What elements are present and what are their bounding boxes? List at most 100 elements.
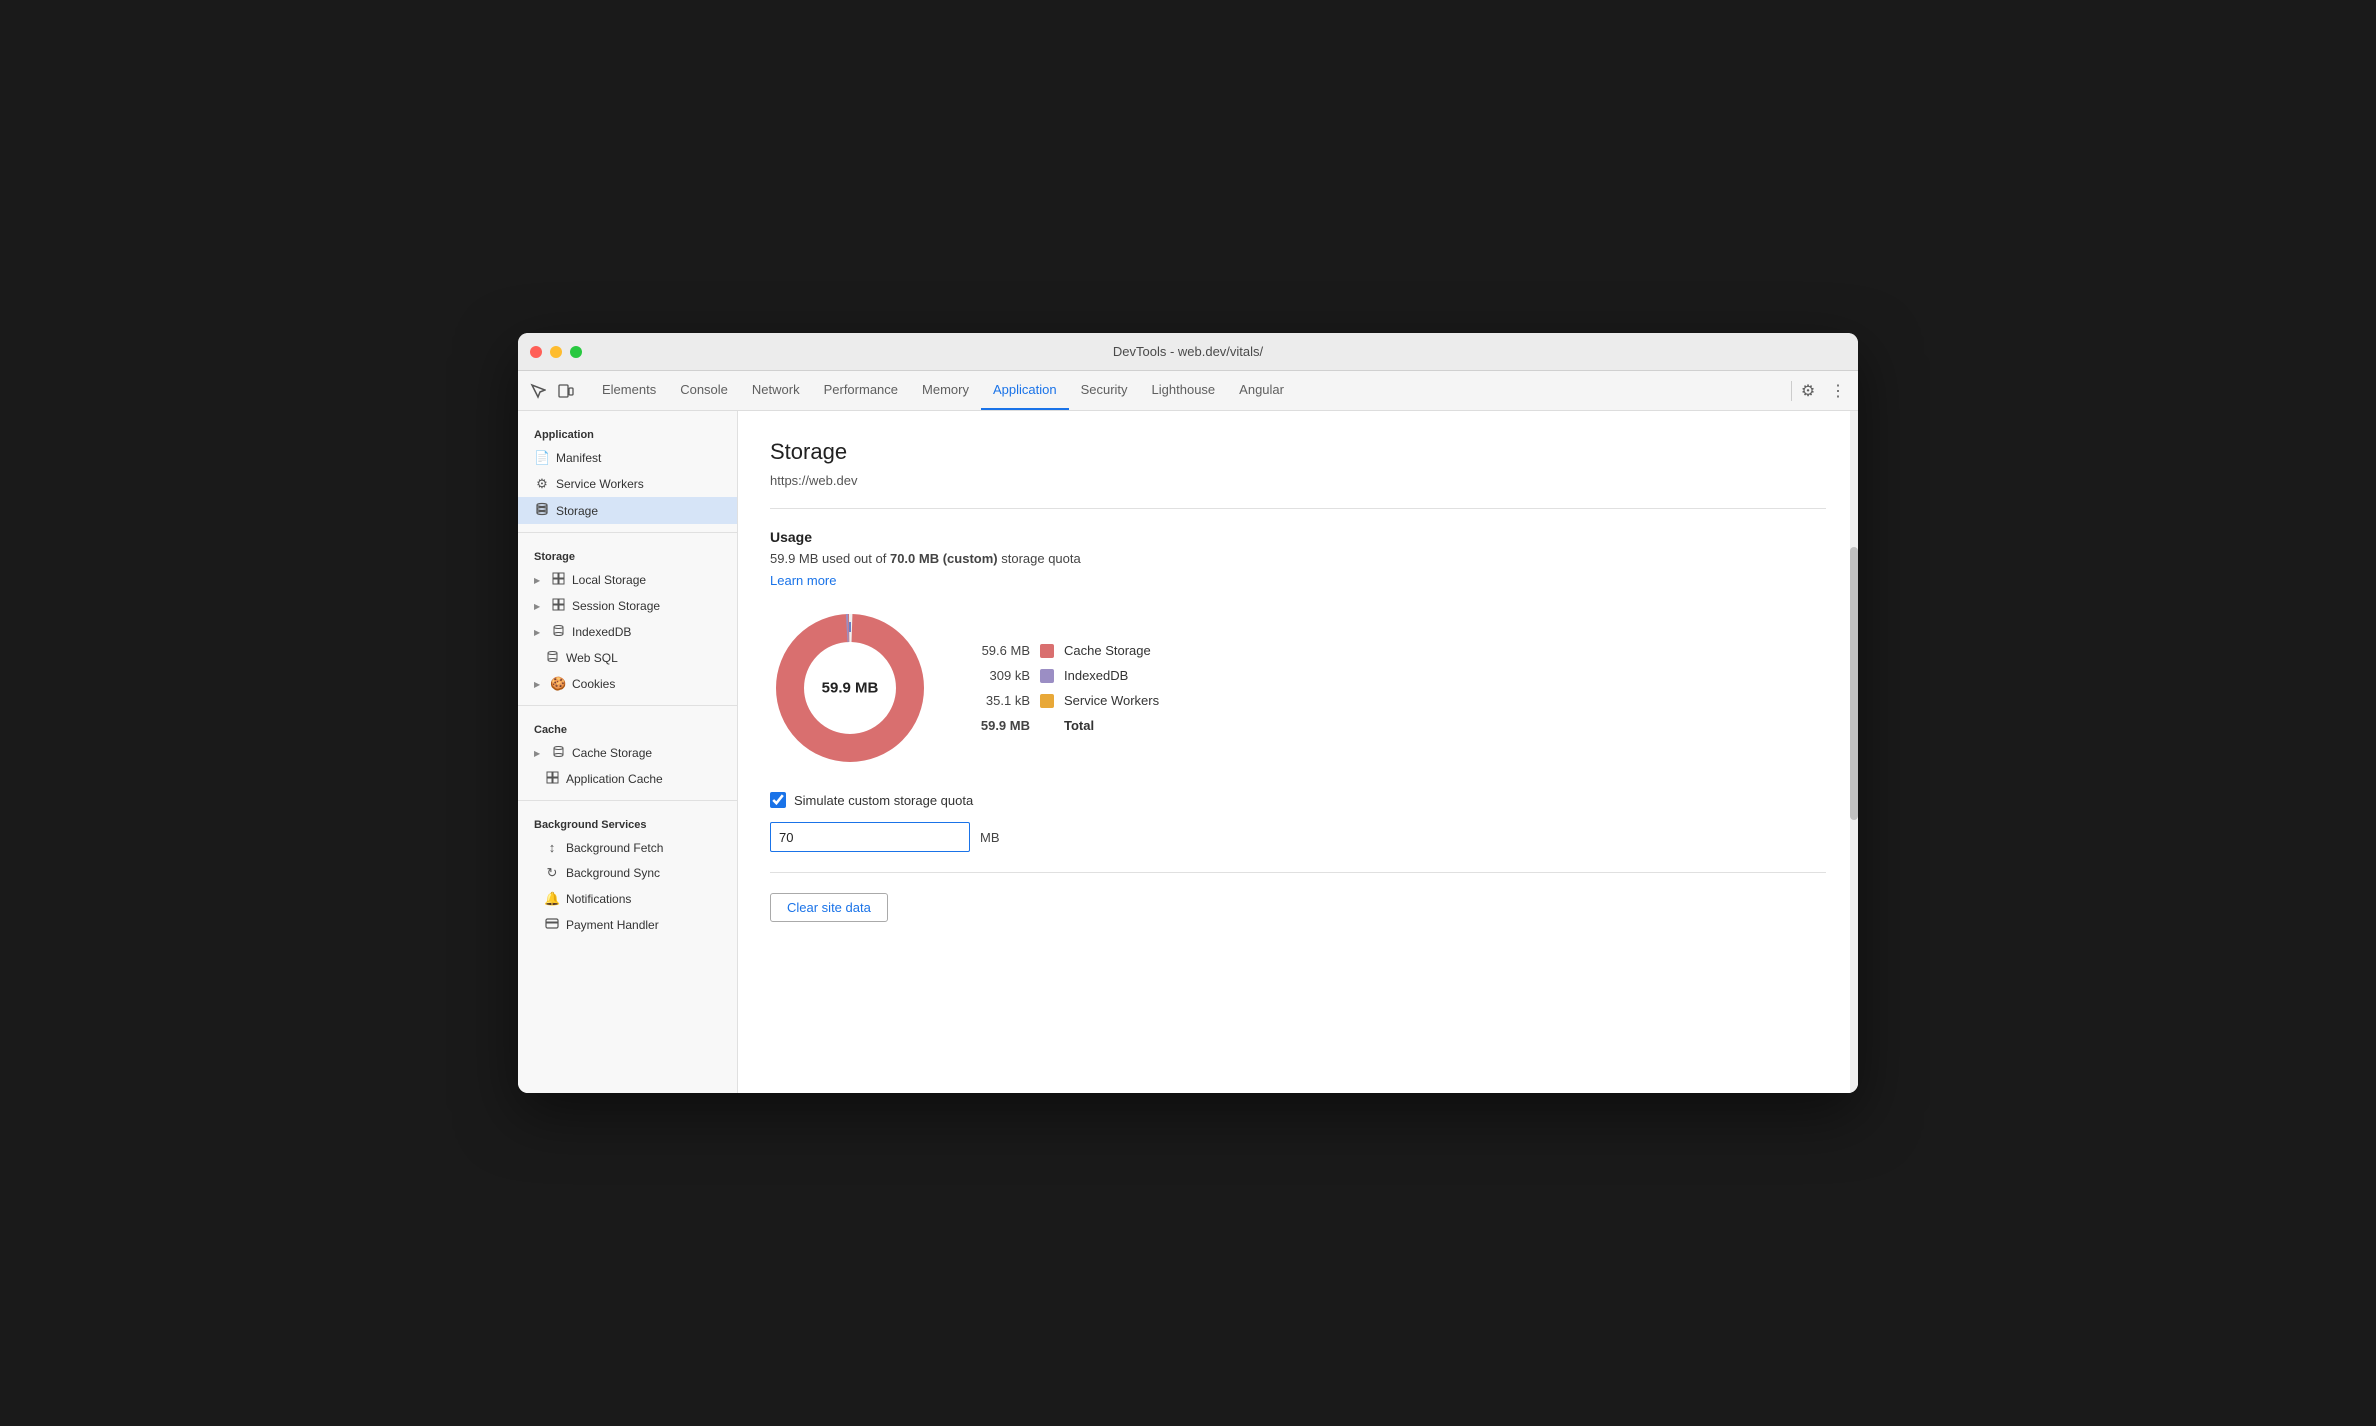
quota-input[interactable] (770, 822, 970, 852)
scrollbar-thumb[interactable] (1850, 547, 1858, 820)
cache-storage-icon (550, 745, 566, 761)
sidebar-bg-label: Background Services (518, 809, 737, 835)
sidebar-item-indexeddb[interactable]: ▶ IndexedDB (518, 619, 737, 645)
legend-sw-color (1040, 694, 1054, 708)
legend-cache-value: 59.6 MB (970, 643, 1030, 658)
tab-network[interactable]: Network (740, 371, 812, 410)
tab-performance[interactable]: Performance (812, 371, 910, 410)
minimize-button[interactable] (550, 346, 562, 358)
sidebar-app-label: Application (518, 419, 737, 445)
clear-site-data-button[interactable]: Clear site data (770, 893, 888, 922)
window-title: DevTools - web.dev/vitals/ (1113, 344, 1263, 359)
simulate-quota-label[interactable]: Simulate custom storage quota (794, 793, 973, 808)
tab-elements[interactable]: Elements (590, 371, 668, 410)
page-title: Storage (770, 439, 1826, 465)
sidebar-divider-3 (518, 800, 737, 801)
indexeddb-icon (550, 624, 566, 640)
close-button[interactable] (530, 346, 542, 358)
sidebar-cache-label: Cache (518, 714, 737, 740)
sidebar-item-local-storage[interactable]: ▶ Local Storage (518, 567, 737, 593)
legend-indexeddb-value: 309 kB (970, 668, 1030, 683)
local-storage-icon (550, 572, 566, 588)
sidebar-item-manifest[interactable]: 📄 Manifest (518, 445, 737, 471)
legend-total-label: Total (1064, 718, 1094, 733)
quota-unit: MB (980, 830, 1000, 845)
chart-legend: 59.6 MB Cache Storage 309 kB IndexedDB 3… (970, 643, 1159, 733)
legend-indexeddb-color (1040, 669, 1054, 683)
sidebar-item-bg-fetch[interactable]: ↕ Background Fetch (518, 835, 737, 860)
storage-icon (534, 502, 550, 519)
device-icon[interactable] (554, 379, 578, 403)
sidebar-item-web-sql[interactable]: Web SQL (518, 645, 737, 671)
titlebar: DevTools - web.dev/vitals/ (518, 333, 1858, 371)
tabbar: Elements Console Network Performance Mem… (518, 371, 1858, 411)
manifest-icon: 📄 (534, 450, 550, 466)
sidebar-item-session-storage[interactable]: ▶ Session Storage (518, 593, 737, 619)
sidebar-divider-2 (518, 705, 737, 706)
chevron-right-icon: ▶ (534, 749, 544, 758)
legend-item-sw: 35.1 kB Service Workers (970, 693, 1159, 708)
traffic-lights (530, 346, 582, 358)
sidebar-divider-1 (518, 532, 737, 533)
chevron-right-icon: ▶ (534, 602, 544, 611)
simulate-quota-checkbox[interactable] (770, 792, 786, 808)
devtools-icons (526, 379, 578, 403)
chart-area: 59.9 MB 59.6 MB Cache Storage 309 kB (770, 608, 1826, 768)
sidebar-item-service-workers[interactable]: ⚙ Service Workers (518, 471, 737, 497)
chevron-right-icon: ▶ (534, 680, 544, 689)
simulate-quota-row: Simulate custom storage quota (770, 792, 1826, 808)
legend-indexeddb-label: IndexedDB (1064, 668, 1128, 683)
bg-sync-icon: ↻ (544, 865, 560, 881)
tab-lighthouse[interactable]: Lighthouse (1140, 371, 1228, 410)
payment-handler-icon (544, 917, 560, 932)
section-divider-1 (770, 508, 1826, 509)
content-url: https://web.dev (770, 473, 1826, 488)
quota-input-row: MB (770, 822, 1826, 852)
legend-cache-label: Cache Storage (1064, 643, 1151, 658)
sidebar-item-cookies[interactable]: ▶ 🍪 Cookies (518, 671, 737, 697)
sidebar: Application 📄 Manifest ⚙ Service Workers (518, 411, 738, 1093)
inspect-icon[interactable] (526, 379, 550, 403)
legend-sw-label: Service Workers (1064, 693, 1159, 708)
scrollbar-track[interactable] (1850, 411, 1858, 1093)
legend-total-value: 59.9 MB (970, 718, 1030, 733)
sidebar-item-bg-sync[interactable]: ↻ Background Sync (518, 860, 737, 886)
bg-fetch-icon: ↕ (544, 840, 560, 855)
service-workers-icon: ⚙ (534, 476, 550, 492)
tab-angular[interactable]: Angular (1227, 371, 1296, 410)
sidebar-item-storage[interactable]: Storage (518, 497, 737, 524)
main-area: Application 📄 Manifest ⚙ Service Workers (518, 411, 1858, 1093)
sidebar-storage-label: Storage (518, 541, 737, 567)
usage-section: Usage 59.9 MB used out of 70.0 MB (custo… (770, 529, 1826, 852)
app-cache-icon (544, 771, 560, 787)
chevron-right-icon: ▶ (534, 576, 544, 585)
more-options-icon[interactable]: ⋮ (1826, 379, 1850, 403)
donut-center-label: 59.9 MB (822, 680, 879, 697)
notifications-icon: 🔔 (544, 891, 560, 907)
legend-item-total: 59.9 MB Total (970, 718, 1159, 733)
settings-icon[interactable]: ⚙ (1796, 379, 1820, 403)
tab-security[interactable]: Security (1069, 371, 1140, 410)
web-sql-icon (544, 650, 560, 666)
toolbar-divider (1791, 381, 1792, 401)
legend-cache-color (1040, 644, 1054, 658)
tab-memory[interactable]: Memory (910, 371, 981, 410)
sidebar-item-payment-handler[interactable]: Payment Handler (518, 912, 737, 937)
cookies-icon: 🍪 (550, 676, 566, 692)
session-storage-icon (550, 598, 566, 614)
sidebar-item-app-cache[interactable]: Application Cache (518, 766, 737, 792)
chevron-right-icon: ▶ (534, 628, 544, 637)
legend-sw-value: 35.1 kB (970, 693, 1030, 708)
section-divider-2 (770, 872, 1826, 873)
legend-item-indexeddb: 309 kB IndexedDB (970, 668, 1159, 683)
donut-chart: 59.9 MB (770, 608, 930, 768)
usage-title: Usage (770, 529, 1826, 545)
devtools-window: DevTools - web.dev/vitals/ Elements Cons… (518, 333, 1858, 1093)
tab-application[interactable]: Application (981, 371, 1069, 410)
sidebar-item-notifications[interactable]: 🔔 Notifications (518, 886, 737, 912)
maximize-button[interactable] (570, 346, 582, 358)
sidebar-item-cache-storage[interactable]: ▶ Cache Storage (518, 740, 737, 766)
tab-list: Elements Console Network Performance Mem… (590, 371, 1787, 410)
tab-console[interactable]: Console (668, 371, 740, 410)
learn-more-link[interactable]: Learn more (770, 573, 836, 588)
